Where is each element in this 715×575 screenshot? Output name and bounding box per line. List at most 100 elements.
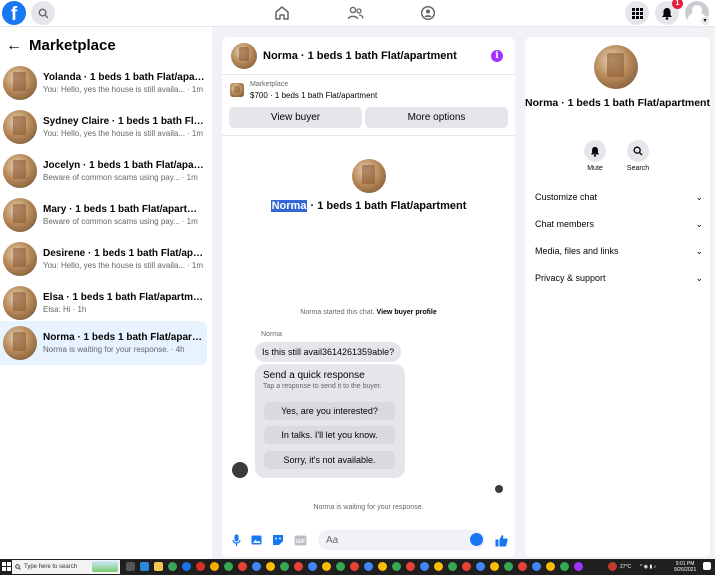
search-button[interactable] — [31, 1, 55, 25]
chevron-down-icon: ⌄ — [695, 272, 703, 283]
browser-icon[interactable] — [308, 562, 317, 571]
listing-thumbnail[interactable] — [230, 83, 244, 97]
listing-avatar — [3, 154, 37, 188]
friends-nav[interactable] — [344, 2, 366, 24]
browser-icon[interactable] — [462, 562, 471, 571]
chat-title[interactable]: Norma · 1 beds 1 bath Flat/apartment — [263, 50, 457, 62]
listing-avatar — [3, 198, 37, 232]
tray-icons[interactable]: ^ ◉ ▮ ♪ — [640, 564, 656, 570]
search-action[interactable]: Search — [623, 140, 653, 172]
customize-chat-section[interactable]: Customize chat ⌄ — [535, 187, 703, 207]
microphone-icon — [231, 534, 241, 546]
browser-icon[interactable] — [350, 562, 359, 571]
chat-members-section[interactable]: Chat members ⌄ — [535, 214, 703, 234]
browser-icon[interactable] — [168, 562, 177, 571]
home-nav[interactable] — [271, 2, 293, 24]
emoji-icon[interactable] — [470, 533, 483, 546]
sticker-button[interactable] — [271, 533, 285, 547]
quick-reply-button[interactable]: In talks. I'll let you know. — [264, 426, 395, 444]
browser-icon[interactable] — [322, 562, 331, 571]
browser-icon[interactable] — [182, 562, 191, 571]
privacy-support-section[interactable]: Privacy & support ⌄ — [535, 268, 703, 288]
browser-icon[interactable] — [420, 562, 429, 571]
mute-label: Mute — [587, 165, 603, 172]
taskbar-app-icon[interactable] — [140, 562, 149, 571]
browser-icon[interactable] — [224, 562, 233, 571]
mute-action[interactable]: Mute — [580, 140, 610, 172]
weather-icon — [608, 562, 617, 571]
media-files-links-section[interactable]: Media, files and links ⌄ — [535, 241, 703, 261]
marketplace-sidebar: ← Marketplace Yolanda · 1 beds 1 bath Fl… — [0, 27, 212, 559]
conversation-item-active[interactable]: Norma · 1 beds 1 bath Flat/apartm... Nor… — [0, 321, 207, 365]
browser-icon[interactable] — [574, 562, 583, 571]
search-label: Search — [626, 165, 650, 172]
home-icon — [275, 6, 289, 20]
search-icon — [15, 564, 21, 570]
browser-icon[interactable] — [448, 562, 457, 571]
browser-icon[interactable] — [490, 562, 499, 571]
conversation-item[interactable]: Elsa · 1 beds 1 bath Flat/apartment Elsa… — [0, 281, 207, 325]
info-icon[interactable]: i — [491, 50, 503, 62]
conversation-item[interactable]: Jocelyn · 1 beds 1 bath Flat/apartm... B… — [0, 149, 207, 193]
browser-icon[interactable] — [532, 562, 541, 571]
menu-button[interactable] — [625, 1, 649, 25]
view-buyer-profile-link[interactable]: View buyer profile — [377, 309, 437, 316]
view-buyer-button[interactable]: View buyer — [229, 107, 362, 128]
like-button[interactable] — [494, 533, 508, 547]
browser-icon[interactable] — [504, 562, 513, 571]
conversation-time: · 1m — [181, 173, 198, 182]
microphone-button[interactable] — [229, 533, 243, 547]
photo-button[interactable] — [250, 533, 264, 547]
browser-icon[interactable] — [392, 562, 401, 571]
sidebar-header: ← Marketplace — [6, 37, 116, 54]
listing-price-title[interactable]: $700 · 1 beds 1 bath Flat/apartment — [250, 91, 377, 100]
listing-category: Marketplace — [250, 81, 289, 88]
facebook-logo[interactable]: f — [2, 1, 26, 25]
browser-icon[interactable] — [434, 562, 443, 571]
conversation-time: · 1m — [187, 261, 203, 270]
sidebar-title: Marketplace — [29, 37, 116, 54]
browser-icon[interactable] — [294, 562, 303, 571]
chat-started-notice: Norma started this chat. View buyer prof… — [300, 309, 437, 316]
conversation-item[interactable]: Yolanda · 1 beds 1 bath Flat/apart... Yo… — [0, 61, 207, 105]
conversation-time: · 1m — [187, 129, 203, 138]
browser-icon[interactable] — [546, 562, 555, 571]
folder-icon[interactable] — [154, 562, 163, 571]
more-options-button[interactable]: More options — [365, 107, 508, 128]
windows-start-icon[interactable] — [2, 562, 11, 571]
browser-icon[interactable] — [238, 562, 247, 571]
chat-avatar[interactable] — [231, 42, 257, 69]
notification-center-icon[interactable] — [703, 562, 711, 570]
svg-text:GIF: GIF — [295, 538, 305, 544]
seen-indicator-avatar — [495, 485, 503, 493]
clock[interactable]: 9:01 PM 9/26/2021 — [674, 561, 696, 573]
task-view-icon[interactable] — [126, 562, 135, 571]
browser-icon[interactable] — [266, 562, 275, 571]
conversation-preview: You: Hello, yes the house is still avail… — [43, 129, 185, 138]
browser-icon[interactable] — [280, 562, 289, 571]
conversation-item[interactable]: Mary · 1 beds 1 bath Flat/apartment Bewa… — [0, 193, 207, 237]
browser-icon[interactable] — [252, 562, 261, 571]
conversation-item[interactable]: Desirene · 1 beds 1 bath Flat/apart... Y… — [0, 237, 207, 281]
listing-avatar — [3, 110, 37, 144]
incoming-message: Is this still avail3614261359able? — [255, 342, 402, 362]
browser-icon[interactable] — [560, 562, 569, 571]
quick-reply-button[interactable]: Sorry, it's not available. — [264, 451, 395, 469]
browser-icon[interactable] — [336, 562, 345, 571]
browser-icon[interactable] — [196, 562, 205, 571]
quick-reply-button[interactable]: Yes, are you interested? — [264, 402, 395, 420]
listing-banner: Marketplace $700 · 1 beds 1 bath Flat/ap… — [222, 76, 515, 136]
notifications-button[interactable]: 1 — [655, 0, 683, 25]
browser-icon[interactable] — [406, 562, 415, 571]
browser-icon[interactable] — [518, 562, 527, 571]
gif-button[interactable]: GIF — [293, 533, 307, 547]
message-input[interactable] — [318, 530, 485, 550]
browser-icon[interactable] — [476, 562, 485, 571]
browser-icon[interactable] — [210, 562, 219, 571]
conversation-item[interactable]: Sydney Claire · 1 beds 1 bath Flat/a... … — [0, 105, 207, 149]
browser-icon[interactable] — [378, 562, 387, 571]
chevron-down-icon[interactable]: ▾ — [700, 16, 710, 26]
browser-icon[interactable] — [364, 562, 373, 571]
groups-nav[interactable] — [417, 2, 439, 24]
back-arrow-icon[interactable]: ← — [6, 37, 22, 54]
